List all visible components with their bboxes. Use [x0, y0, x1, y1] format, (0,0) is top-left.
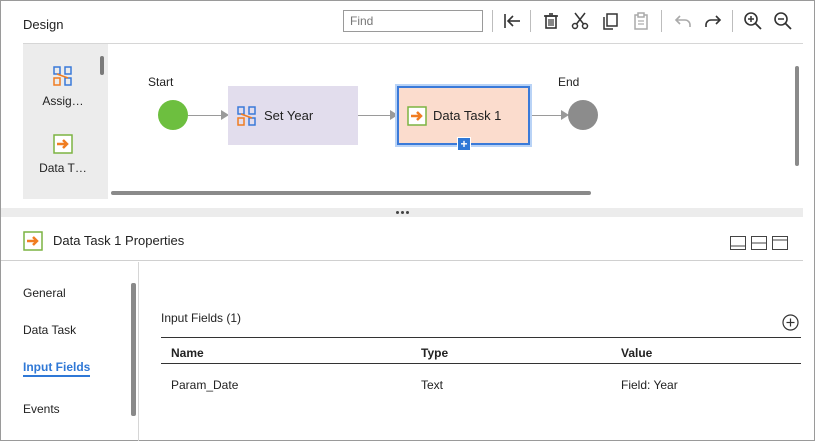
- palette-item-data-task[interactable]: Data T…: [23, 134, 103, 175]
- canvas-horizontal-scrollbar[interactable]: [111, 191, 591, 195]
- start-node[interactable]: [158, 100, 188, 130]
- cut-button[interactable]: [568, 9, 592, 33]
- add-field-button[interactable]: [782, 314, 799, 331]
- zoom-out-button[interactable]: [771, 9, 795, 33]
- nav-item-input-fields[interactable]: Input Fields: [23, 360, 91, 377]
- layout-top-icon: [773, 239, 787, 241]
- toolbar-separator: [732, 10, 733, 32]
- redo-icon: [705, 15, 722, 27]
- layout-bottom-button[interactable]: [730, 236, 746, 250]
- cell-name: Param_Date: [171, 378, 239, 392]
- layout-split-button[interactable]: [751, 236, 767, 250]
- assignment-icon: [53, 66, 72, 86]
- toolbar-separator: [661, 10, 662, 32]
- column-header-value[interactable]: Value: [621, 346, 652, 360]
- data-task-icon: [53, 134, 73, 154]
- end-node[interactable]: [568, 100, 598, 130]
- table-row[interactable]: Param_Date Text Field: Year: [161, 364, 801, 404]
- layout-bottom-icon: [731, 245, 745, 247]
- redo-button[interactable]: [701, 9, 725, 33]
- first-icon: [504, 14, 520, 28]
- start-label: Start: [148, 75, 174, 89]
- step-palette: Assig… Data T…: [23, 44, 108, 199]
- step-set-year[interactable]: Set Year: [228, 86, 358, 145]
- design-title: Design: [23, 17, 64, 32]
- data-task-icon: [23, 231, 43, 251]
- layout-split-icon: [752, 242, 766, 244]
- canvas-vertical-scrollbar[interactable]: [795, 66, 799, 166]
- toolbar-separator: [492, 10, 493, 32]
- find-input[interactable]: [343, 10, 483, 32]
- panel-splitter[interactable]: [1, 208, 803, 217]
- app-window: Design Assig…: [0, 0, 815, 441]
- connector: [188, 115, 223, 116]
- column-header-name[interactable]: Name: [171, 346, 204, 360]
- cell-type: Text: [421, 378, 444, 392]
- trash-icon: [544, 13, 558, 29]
- connector: [358, 115, 392, 116]
- column-header-type[interactable]: Type: [421, 346, 448, 360]
- go-to-start-button[interactable]: [500, 9, 524, 33]
- zoom-in-button[interactable]: [741, 9, 765, 33]
- palette-item-label: Data T…: [39, 161, 87, 175]
- nav-item-data-task[interactable]: Data Task: [23, 323, 76, 337]
- add-circle-icon: [782, 314, 799, 331]
- clipboard-icon: [634, 12, 648, 30]
- add-step-button[interactable]: +: [457, 137, 471, 151]
- process-canvas: Start Set Year Data Task 1 + End: [108, 44, 803, 201]
- step-label: Data Task 1: [433, 108, 502, 123]
- connector: [532, 115, 563, 116]
- step-label: Set Year: [264, 108, 314, 123]
- copy-icon: [603, 13, 618, 30]
- properties-title: Data Task 1 Properties: [53, 233, 185, 248]
- end-label: End: [558, 75, 580, 89]
- cell-value: Field: Year: [621, 378, 678, 392]
- nav-item-general[interactable]: General: [23, 286, 66, 300]
- undo-button[interactable]: [671, 9, 695, 33]
- data-task-icon: [407, 105, 427, 126]
- table-header: Name Type Value: [161, 337, 801, 364]
- palette-item-label: Assig…: [42, 94, 84, 108]
- assignment-icon: [237, 105, 256, 126]
- zoom-out-icon: [774, 12, 792, 30]
- input-fields-panel: Input Fields (1) Name Type Value Param_D…: [161, 262, 803, 441]
- zoom-in-icon: [744, 12, 762, 30]
- plus-icon: +: [460, 137, 468, 151]
- nav-item-events[interactable]: Events: [23, 402, 60, 416]
- layout-top-button[interactable]: [772, 236, 788, 250]
- section-title: Input Fields (1): [161, 311, 242, 325]
- design-area: Assig… Data T… Start Set Year Data Task …: [23, 43, 803, 200]
- undo-icon: [674, 15, 691, 27]
- paste-button[interactable]: [629, 9, 653, 33]
- delete-button[interactable]: [539, 9, 563, 33]
- nav-scrollbar[interactable]: [131, 283, 136, 416]
- scissors-icon: [571, 12, 589, 30]
- properties-header: Data Task 1 Properties: [1, 217, 803, 261]
- palette-item-assignment[interactable]: Assig…: [23, 65, 103, 108]
- properties-nav: General Data Task Input Fields Events: [1, 262, 139, 441]
- copy-button[interactable]: [598, 9, 622, 33]
- step-data-task-1[interactable]: Data Task 1 +: [397, 86, 530, 151]
- toolbar-separator: [530, 10, 531, 32]
- input-fields-table: Name Type Value Param_Date Text Field: Y…: [161, 337, 801, 404]
